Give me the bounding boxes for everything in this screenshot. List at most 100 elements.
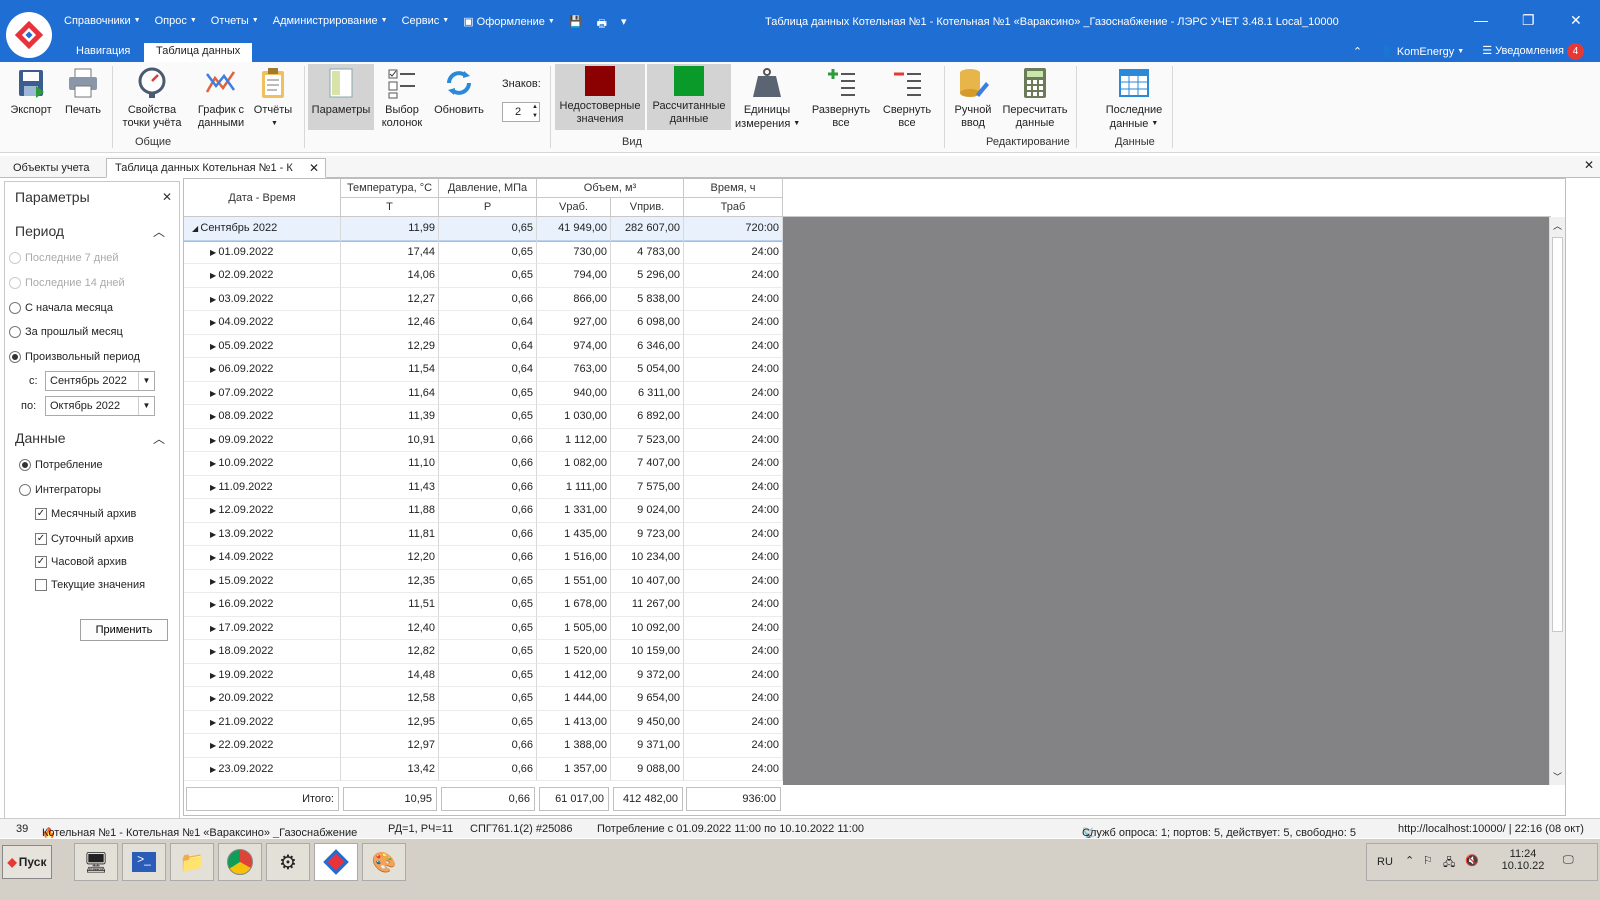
network-icon[interactable]: 🖧 <box>1443 854 1455 873</box>
taskbar-lers-app[interactable] <box>314 843 358 881</box>
clock[interactable]: 11:24 10.10.22 <box>1499 848 1547 872</box>
parameters-button[interactable]: Параметры <box>308 64 374 130</box>
header-pressure[interactable]: Давление, МПа <box>439 179 537 198</box>
table-row[interactable]: ▶ 02.09.2022 14,06 0,65 794,00 5 296,00 24:00 <box>184 264 783 288</box>
table-row[interactable]: ▶ 22.09.2022 12,97 0,66 1 388,00 9 371,00 24:… <box>184 734 783 758</box>
digits-spinner[interactable]: 2 ▲ ▼ <box>502 102 540 122</box>
point-properties-button[interactable]: Свойства точки учёта <box>116 64 188 130</box>
table-row[interactable]: ▶ 07.09.2022 11,64 0,65 940,00 6 311,00 24:00 <box>184 381 783 405</box>
radio-consumption[interactable]: Потребление <box>19 459 103 471</box>
header-temperature-sub[interactable]: T <box>341 198 439 217</box>
apply-button[interactable]: Применить <box>80 619 168 641</box>
export-button[interactable]: Экспорт <box>6 64 56 130</box>
language-indicator[interactable]: RU <box>1377 856 1393 868</box>
header-trab[interactable]: Траб <box>684 198 783 217</box>
table-row[interactable]: ▶ 16.09.2022 11,51 0,65 1 678,00 11 267,00 24… <box>184 593 783 617</box>
taskbar-chrome[interactable] <box>218 843 262 881</box>
collapse-ribbon-icon[interactable]: ⌃ <box>1353 45 1362 58</box>
table-row[interactable]: ▶ 23.09.2022 13,42 0,66 1 357,00 9 088,00 24:… <box>184 757 783 781</box>
radio-integrators[interactable]: Интеграторы <box>19 484 101 496</box>
notifications-button[interactable]: ☰ Уведомления 4 <box>1482 43 1584 60</box>
period-from-combo[interactable]: Сентябрь 2022 ▼ <box>45 371 155 391</box>
checkbox-hourly-archive[interactable]: ✓ Часовой архив <box>35 556 127 568</box>
taskbar-powershell[interactable]: >_ <box>122 843 166 881</box>
header-vpriv[interactable]: Vприв. <box>611 198 684 217</box>
table-row[interactable]: ▶ 01.09.2022 17,44 0,65 730,00 4 783,00 24:00 <box>184 240 783 264</box>
close-window-icon[interactable]: ✕ <box>1570 12 1582 29</box>
print-quick-icon[interactable]: 🖶 <box>597 15 607 34</box>
table-row[interactable]: ▶ 19.09.2022 14,48 0,65 1 412,00 9 372,00 24:… <box>184 663 783 687</box>
header-volume[interactable]: Объем, м³ <box>537 179 684 198</box>
table-row[interactable]: ▶ 13.09.2022 11,81 0,66 1 435,00 9 723,00 24:… <box>184 522 783 546</box>
save-icon[interactable]: 💾 <box>569 15 583 34</box>
table-row[interactable]: ▶ 15.09.2022 12,35 0,65 1 551,00 10 407,00 24… <box>184 569 783 593</box>
table-row[interactable]: ▶ 04.09.2022 12,46 0,64 927,00 6 098,00 24:00 <box>184 311 783 335</box>
table-row[interactable]: ▶ 05.09.2022 12,29 0,64 974,00 6 346,00 24:00 <box>184 334 783 358</box>
table-row[interactable]: ▶ 11.09.2022 11,43 0,66 1 111,00 7 575,00 24:… <box>184 475 783 499</box>
flag-icon[interactable]: ⚐ <box>1423 854 1433 867</box>
invalid-values-button[interactable]: Недостоверные значения <box>555 64 645 130</box>
vertical-scrollbar[interactable]: ︿ ﹀ <box>1549 217 1565 785</box>
close-all-tabs-icon[interactable]: ✕ <box>1584 158 1594 172</box>
radio-month-start[interactable]: С начала месяца <box>9 302 113 314</box>
menu-poll[interactable]: Опрос ▼ <box>155 15 197 34</box>
table-row[interactable]: ▶ 20.09.2022 12,58 0,65 1 444,00 9 654,00 24:… <box>184 687 783 711</box>
checkbox-current-values[interactable]: Текущие значения <box>35 579 145 591</box>
header-temperature[interactable]: Температура, °C <box>341 179 439 198</box>
doc-tab-objects[interactable]: Объекты учета <box>4 158 98 178</box>
table-row[interactable]: ▶ 09.09.2022 10,91 0,66 1 112,00 7 523,00 24:… <box>184 428 783 452</box>
start-button[interactable]: ◆ Пуск <box>2 845 52 879</box>
table-row[interactable]: ▶ 08.09.2022 11,39 0,65 1 030,00 6 892,00 24:… <box>184 405 783 429</box>
table-row[interactable]: ▶ 10.09.2022 11,10 0,66 1 082,00 7 407,00 24:… <box>184 452 783 476</box>
app-logo[interactable] <box>6 12 52 58</box>
scroll-up-icon[interactable]: ︿ <box>1553 219 1562 232</box>
taskbar-server-manager[interactable]: 🖥 <box>74 843 118 881</box>
header-vrab[interactable]: Vраб. <box>537 198 611 217</box>
scroll-thumb[interactable] <box>1552 237 1563 632</box>
radio-custom-period[interactable]: Произвольный период <box>9 351 140 363</box>
refresh-button[interactable]: Обновить <box>430 64 488 130</box>
chevron-up-icon[interactable]: ︿ <box>153 223 165 240</box>
minimize-icon[interactable]: — <box>1474 12 1488 28</box>
header-time[interactable]: Время, ч <box>684 179 783 198</box>
table-row[interactable]: ▶ 12.09.2022 11,88 0,66 1 331,00 9 024,00 24:… <box>184 499 783 523</box>
scroll-down-icon[interactable]: ﹀ <box>1553 770 1562 783</box>
print-button[interactable]: Печать <box>58 64 108 130</box>
chart-button[interactable]: График с данными <box>190 64 252 130</box>
taskbar-explorer[interactable]: 📁 <box>170 843 214 881</box>
table-row[interactable]: ▶ 21.09.2022 12,95 0,65 1 413,00 9 450,00 24:… <box>184 710 783 734</box>
units-button[interactable]: Единицы измерения ▼ <box>735 64 800 130</box>
radio-last-7-days[interactable]: Последние 7 дней <box>9 252 119 264</box>
tab-data-table[interactable]: Таблица данных <box>144 43 253 62</box>
table-row[interactable]: ▶ 14.09.2022 12,20 0,66 1 516,00 10 234,00 24… <box>184 546 783 570</box>
expand-all-button[interactable]: Развернуть все <box>808 64 874 130</box>
chevron-down-icon[interactable]: ▼ <box>138 397 154 415</box>
user-menu[interactable]: 👤 KomEnergy ▼ <box>1380 45 1464 58</box>
recalculate-button[interactable]: Пересчитать данные <box>1000 64 1070 130</box>
menu-theme[interactable]: ▣ Оформление ▼ <box>463 15 555 34</box>
restore-icon[interactable]: ❐ <box>1522 12 1535 29</box>
table-row[interactable]: ▶ 03.09.2022 12,27 0,66 866,00 5 838,00 24:00 <box>184 287 783 311</box>
tray-expand-icon[interactable]: ⌃ <box>1405 854 1414 867</box>
checkbox-monthly-archive[interactable]: ✓ Месячный архив <box>35 508 136 520</box>
menu-admin[interactable]: Администрирование ▼ <box>273 15 388 34</box>
table-row[interactable]: ▶ 18.09.2022 12,82 0,65 1 520,00 10 159,00 24… <box>184 640 783 664</box>
chevron-down-icon[interactable]: ▼ <box>138 372 154 390</box>
close-tab-icon[interactable]: ✕ <box>309 161 319 175</box>
header-pressure-sub[interactable]: P <box>439 198 537 217</box>
manual-input-button[interactable]: Ручной ввод <box>948 64 998 130</box>
taskbar-paint[interactable]: 🎨 <box>362 843 406 881</box>
radio-prev-month[interactable]: За прошлый месяц <box>9 326 123 338</box>
chevron-up-icon[interactable]: ︿ <box>153 430 165 447</box>
collapse-all-button[interactable]: Свернуть все <box>876 64 938 130</box>
spinner-arrows-icon[interactable]: ▲ ▼ <box>532 103 538 121</box>
tab-navigation[interactable]: Навигация <box>64 43 142 62</box>
volume-icon[interactable]: 🔇 <box>1465 854 1479 867</box>
table-row[interactable]: ▶ 06.09.2022 11,54 0,64 763,00 5 054,00 24:00 <box>184 358 783 382</box>
calculated-data-button[interactable]: Рассчитанные данные <box>647 64 731 130</box>
show-desktop-icon[interactable]: 🖵 <box>1563 854 1574 867</box>
menu-service[interactable]: Сервис ▼ <box>402 15 450 34</box>
taskbar-settings[interactable]: ⚙ <box>266 843 310 881</box>
menu-reports[interactable]: Отчеты ▼ <box>211 15 259 34</box>
table-row[interactable]: ▶ 17.09.2022 12,40 0,65 1 505,00 10 092,00 24… <box>184 616 783 640</box>
